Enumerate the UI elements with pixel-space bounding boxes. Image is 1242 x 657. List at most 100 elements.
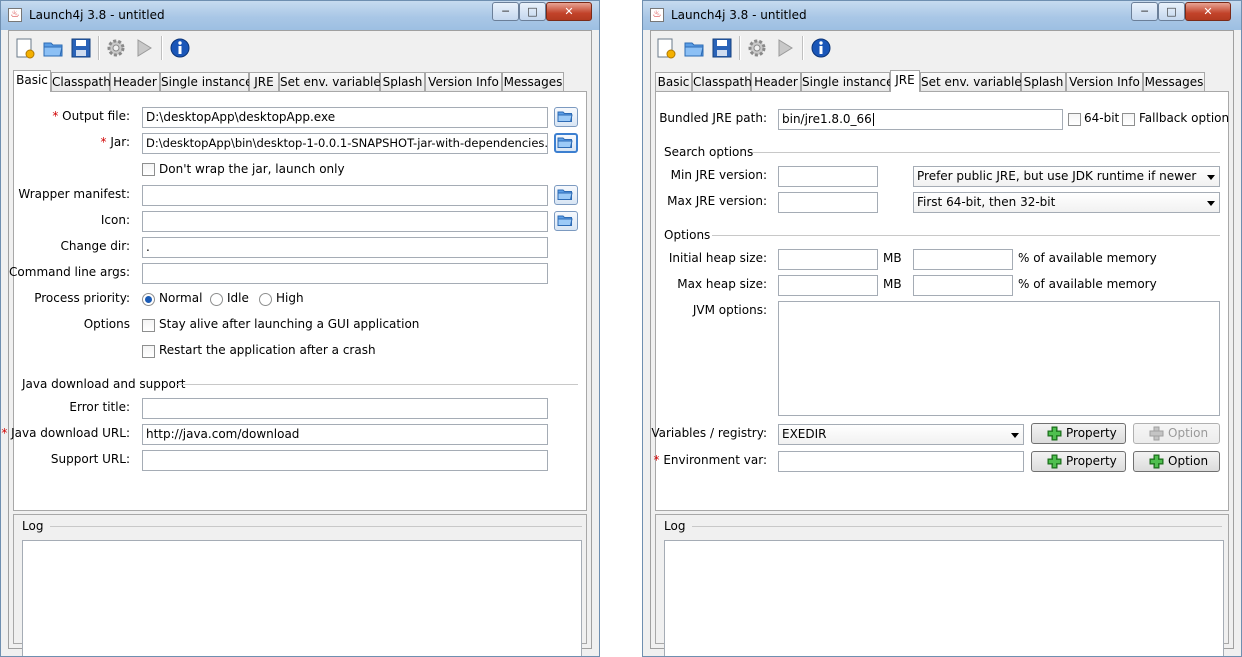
toolbar xyxy=(9,31,591,65)
fallback-checkbox[interactable] xyxy=(1122,113,1135,126)
log-textarea[interactable] xyxy=(22,540,582,656)
env-var-field[interactable] xyxy=(778,451,1024,472)
toolbar xyxy=(651,31,1233,65)
tab-classpath[interactable]: Classpath xyxy=(51,72,111,92)
tab-splash[interactable]: Splash xyxy=(380,72,425,92)
env-property-label: Property xyxy=(1066,454,1117,468)
launch4j-window-jre: ♨ Launch4j 3.8 - untitled ─ □ ✕ Basic Cl… xyxy=(642,0,1242,657)
initial-heap-pct-label: % of available memory xyxy=(1018,251,1157,265)
title-bar[interactable]: ♨ Launch4j 3.8 - untitled ─ □ ✕ xyxy=(1,1,599,30)
log-title: Log xyxy=(22,519,44,533)
build-gear-icon[interactable] xyxy=(105,37,127,59)
priority-high-radio[interactable] xyxy=(259,293,272,306)
tab-jre[interactable]: JRE xyxy=(890,70,920,92)
output-file-field[interactable]: D:\desktopApp\desktopApp.exe xyxy=(142,107,548,128)
tab-single-instance[interactable]: Single instance xyxy=(801,72,894,92)
toolbar-separator xyxy=(98,36,100,60)
info-icon[interactable] xyxy=(810,37,832,59)
java-app-icon: ♨ xyxy=(650,8,664,22)
add-property-button[interactable]: Property xyxy=(1031,423,1126,444)
run-play-icon[interactable] xyxy=(774,37,796,59)
tab-bar: Basic Classpath Header Single instance J… xyxy=(655,70,1229,92)
cmd-args-field[interactable] xyxy=(142,263,548,284)
support-url-label: Support URL: xyxy=(50,452,130,466)
tab-set-env-variables[interactable]: Set env. variables xyxy=(920,72,1028,92)
tab-jre[interactable]: JRE xyxy=(249,72,279,92)
icon-label: Icon: xyxy=(100,213,130,227)
priority-idle-label: Idle xyxy=(227,291,249,305)
runtime-bits-select[interactable]: First 64-bit, then 32-bit xyxy=(913,192,1220,213)
log-textarea[interactable] xyxy=(664,540,1224,656)
tab-version-info[interactable]: Version Info xyxy=(1066,72,1143,92)
tab-messages[interactable]: Messages xyxy=(502,72,564,92)
min-jre-version-field[interactable] xyxy=(778,166,878,187)
window-title: Launch4j 3.8 - untitled xyxy=(29,8,165,22)
minimize-button[interactable]: ─ xyxy=(1131,2,1158,21)
maximize-button[interactable]: □ xyxy=(1158,2,1185,21)
support-url-field[interactable] xyxy=(142,450,548,471)
output-file-browse-button[interactable] xyxy=(554,107,578,127)
initial-heap-mb-field[interactable] xyxy=(778,249,878,270)
jdk-preference-select[interactable]: Prefer public JRE, but use JDK runtime i… xyxy=(913,166,1220,187)
max-heap-pct-field[interactable] xyxy=(913,275,1013,296)
tab-set-env-variables[interactable]: Set env. variables xyxy=(279,72,387,92)
priority-normal-radio[interactable] xyxy=(142,293,155,306)
options-section-title: Options xyxy=(664,228,711,242)
save-icon[interactable] xyxy=(70,37,92,59)
restart-checkbox[interactable] xyxy=(142,345,155,358)
env-property-button[interactable]: Property xyxy=(1031,451,1126,472)
build-gear-icon[interactable] xyxy=(746,37,768,59)
plus-icon xyxy=(1047,454,1062,469)
jar-browse-button[interactable] xyxy=(554,133,578,153)
max-heap-pct-label: % of available memory xyxy=(1018,277,1157,291)
icon-browse-button[interactable] xyxy=(554,211,578,231)
tab-version-info[interactable]: Version Info xyxy=(425,72,502,92)
64-bit-checkbox[interactable] xyxy=(1068,113,1081,126)
tab-basic[interactable]: Basic xyxy=(13,70,51,92)
initial-heap-pct-field[interactable] xyxy=(913,249,1013,270)
bundled-jre-path-field[interactable]: bin/jre1.8.0_66 xyxy=(778,109,1063,130)
wrapper-manifest-field[interactable] xyxy=(142,185,548,206)
vars-registry-select[interactable]: EXEDIR xyxy=(778,424,1024,445)
max-jre-version-field[interactable] xyxy=(778,192,878,213)
icon-field[interactable] xyxy=(142,211,548,232)
tab-splash[interactable]: Splash xyxy=(1021,72,1066,92)
tab-messages[interactable]: Messages xyxy=(1143,72,1205,92)
jvm-options-textarea[interactable] xyxy=(778,301,1220,416)
new-config-icon[interactable] xyxy=(655,37,677,59)
run-play-icon[interactable] xyxy=(133,37,155,59)
tab-single-instance[interactable]: Single instance xyxy=(160,72,253,92)
toolbar-separator xyxy=(802,36,804,60)
java-download-url-field[interactable]: http://java.com/download xyxy=(142,424,548,445)
env-option-button[interactable]: Option xyxy=(1133,451,1220,472)
stay-alive-checkbox[interactable] xyxy=(142,319,155,332)
open-folder-icon[interactable] xyxy=(42,37,64,59)
tab-header[interactable]: Header xyxy=(110,72,160,92)
priority-idle-radio[interactable] xyxy=(210,293,223,306)
initial-heap-mb-unit: MB xyxy=(883,251,902,265)
new-config-icon[interactable] xyxy=(14,37,36,59)
change-dir-field[interactable]: . xyxy=(142,237,548,258)
close-button[interactable]: ✕ xyxy=(1185,2,1231,21)
close-button[interactable]: ✕ xyxy=(546,2,592,21)
error-title-field[interactable] xyxy=(142,398,548,419)
wrapper-manifest-browse-button[interactable] xyxy=(554,185,578,205)
maximize-button[interactable]: □ xyxy=(519,2,546,21)
window-content: Basic Classpath Header Single instance J… xyxy=(1,30,592,656)
log-divider xyxy=(50,526,582,527)
jar-field[interactable]: D:\desktopApp\bin\desktop-1-0.0.1-SNAPSH… xyxy=(142,133,548,154)
tab-classpath[interactable]: Classpath xyxy=(692,72,752,92)
dont-wrap-checkbox[interactable] xyxy=(142,163,155,176)
add-option-button-disabled[interactable]: Option xyxy=(1133,423,1220,444)
max-heap-mb-field[interactable] xyxy=(778,275,878,296)
log-title: Log xyxy=(664,519,686,533)
tab-basic[interactable]: Basic xyxy=(655,72,692,92)
open-folder-icon[interactable] xyxy=(683,37,705,59)
dont-wrap-label: Don't wrap the jar, launch only xyxy=(159,162,345,176)
title-bar[interactable]: ♨ Launch4j 3.8 - untitled ─ □ ✕ xyxy=(643,1,1241,30)
tab-header[interactable]: Header xyxy=(751,72,801,92)
info-icon[interactable] xyxy=(169,37,191,59)
minimize-button[interactable]: ─ xyxy=(492,2,519,21)
open-folder-icon xyxy=(557,137,573,148)
save-icon[interactable] xyxy=(711,37,733,59)
